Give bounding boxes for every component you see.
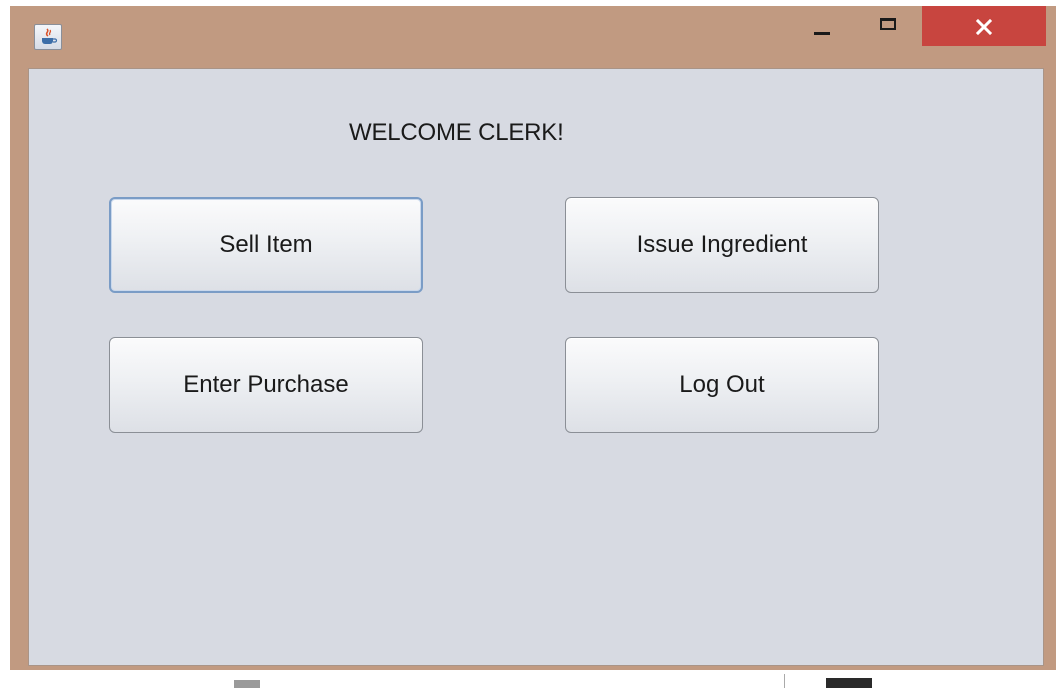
content-panel: WELCOME CLERK! Sell Item Issue Ingredien… (28, 68, 1044, 666)
close-button[interactable] (922, 6, 1046, 46)
maximize-icon (880, 18, 896, 30)
java-app-icon[interactable] (34, 24, 62, 50)
title-bar[interactable] (10, 6, 1056, 68)
minimize-icon (814, 32, 830, 35)
background-divider (784, 674, 785, 688)
background-strip (0, 670, 1056, 688)
close-icon (976, 19, 992, 35)
issue-ingredient-button[interactable]: Issue Ingredient (565, 197, 879, 293)
application-window: WELCOME CLERK! Sell Item Issue Ingredien… (10, 6, 1056, 670)
maximize-button[interactable] (864, 6, 914, 46)
enter-purchase-button[interactable]: Enter Purchase (109, 337, 423, 433)
sell-item-button[interactable]: Sell Item (109, 197, 423, 293)
minimize-button[interactable] (800, 6, 846, 46)
welcome-label: WELCOME CLERK! (349, 119, 564, 146)
log-out-button[interactable]: Log Out (565, 337, 879, 433)
background-fragment (234, 680, 260, 688)
background-fragment (826, 678, 872, 688)
